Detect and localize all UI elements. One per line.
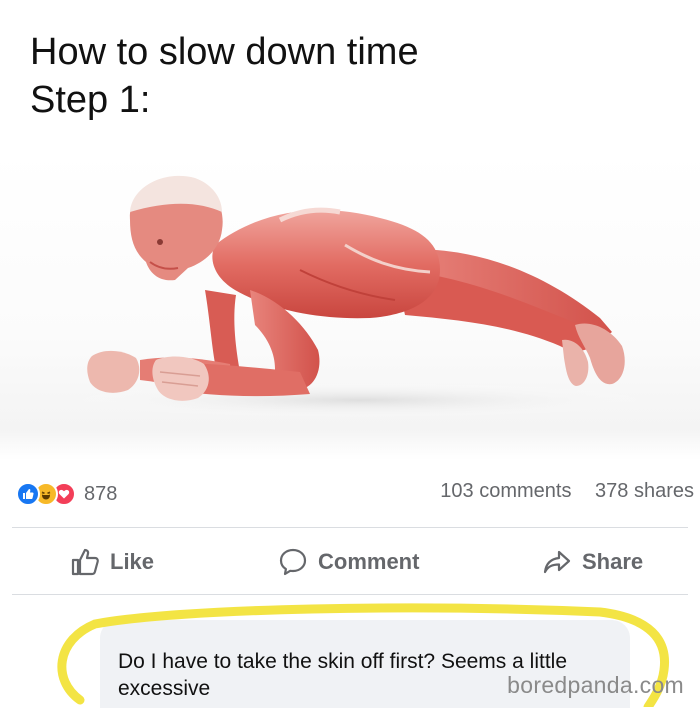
anatomy-plank-illustration (0, 150, 700, 460)
reaction-count: 878 (84, 482, 118, 505)
comment-button[interactable]: Comment (278, 544, 419, 580)
caption-line-2: Step 1: (30, 79, 151, 121)
comment-section: Do I have to take the skin off first? Se… (0, 600, 700, 708)
share-label: Share (582, 549, 644, 574)
divider-top (12, 527, 688, 528)
like-button[interactable]: Like (70, 544, 154, 580)
comment-label: Comment (318, 549, 420, 574)
caption-line-1: How to slow down time (30, 31, 419, 73)
like-label: Like (110, 549, 155, 574)
boredpanda-watermark: boredpanda.com (507, 672, 684, 698)
muscle-figure-image (60, 175, 660, 418)
meme-caption: How to slow down time Step 1: (30, 28, 419, 124)
engagement-counts: 103 comments 378 shares (440, 480, 694, 503)
divider-bottom (12, 594, 688, 595)
reactions-summary[interactable]: 878 (16, 482, 117, 506)
share-arrow-icon (543, 550, 571, 574)
post-actions-bar: Like Comment Share (0, 530, 700, 594)
shares-count-link[interactable]: 378 shares (595, 480, 694, 502)
thumbs-up-icon (71, 548, 99, 576)
like-reaction-icon (16, 482, 40, 506)
share-button[interactable]: Share (542, 544, 643, 580)
post-stats-row: 878 103 comments 378 shares (0, 470, 700, 518)
comments-count-link[interactable]: 103 comments (440, 480, 571, 502)
speech-bubble-icon (279, 548, 307, 576)
